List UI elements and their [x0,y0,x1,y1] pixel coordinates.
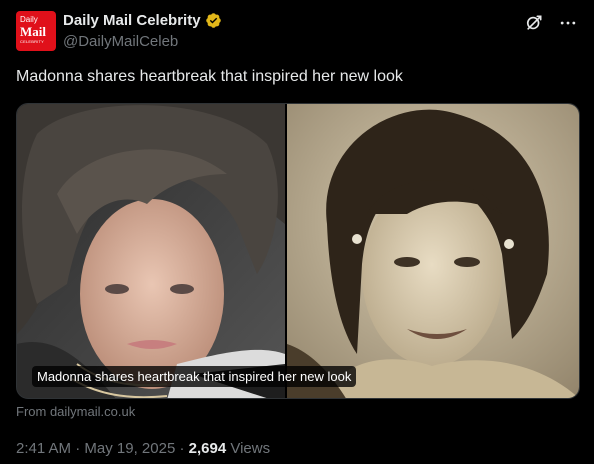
right-photo[interactable] [287,104,579,398]
left-photo-image [17,104,285,398]
author-handle[interactable]: @DailyMailCeleb [63,33,222,50]
author-display-name-row[interactable]: Daily Mail Celebrity [63,12,222,29]
author-display-name[interactable]: Daily Mail Celebrity [63,12,201,29]
avatar-line3: CELEBRITY [20,39,45,44]
tweet-time[interactable]: 2:41 AM [16,440,71,457]
header-actions [524,13,578,33]
tweet-header: Daily Mail CELEBRITY Daily Mail Celebrit… [16,11,578,53]
link-source[interactable]: From dailymail.co.uk [16,404,135,419]
avatar-line1: Daily [20,15,38,24]
tweet-meta: 2:41 AM · May 19, 2025 · 2,694 Views [16,440,270,457]
verified-badge-icon [205,13,221,28]
more-icon[interactable] [558,13,578,33]
media-caption: Madonna shares heartbreak that inspired … [32,366,357,387]
right-photo-image [287,104,579,398]
author-names: Daily Mail Celebrity @DailyMailCeleb [63,12,222,50]
meta-separator: · [75,440,81,457]
avatar[interactable]: Daily Mail CELEBRITY [16,11,56,51]
meta-separator-2: · [179,440,185,457]
views-count: 2,694 [188,440,227,457]
link-card-media[interactable]: Madonna shares heartbreak that inspired … [16,103,580,399]
tweet-date[interactable]: May 19, 2025 [84,440,175,457]
avatar-line2: Mail [20,24,46,39]
tweet-text: Madonna shares heartbreak that inspired … [16,68,403,85]
views-label: Views [230,440,271,457]
grok-icon[interactable] [524,13,544,33]
left-photo[interactable] [17,104,285,398]
